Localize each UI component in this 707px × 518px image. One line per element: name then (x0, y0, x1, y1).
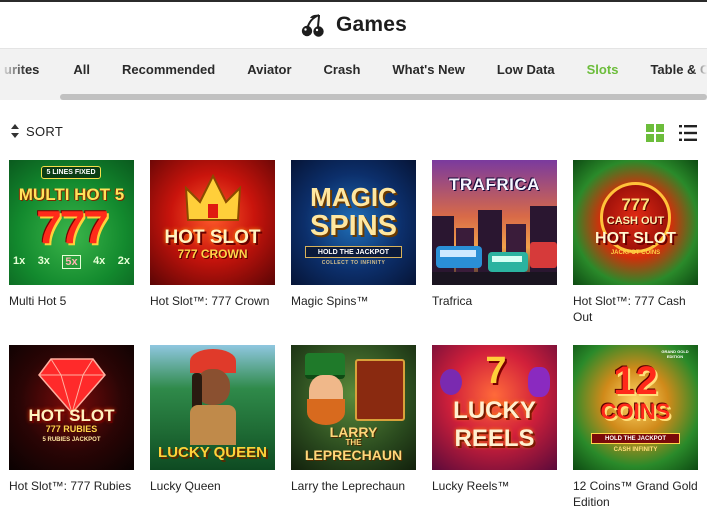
art-subtitle: 777 RUBIES (45, 424, 98, 434)
cherries-icon (301, 14, 324, 37)
art-title: LUCKY QUEEN (158, 444, 267, 461)
tab-fade-right (693, 49, 707, 91)
tab-aviator[interactable]: Aviator (231, 49, 307, 91)
art-fruit-plum (440, 369, 462, 395)
art-title: HOT SLOT (28, 406, 115, 425)
game-title[interactable]: Hot Slot™: 777 Cash Out (573, 293, 703, 325)
art-cash-infinity: CASH INFINITY (613, 447, 658, 453)
art-beard (307, 399, 345, 425)
sort-button[interactable]: SORT (10, 123, 63, 139)
art-subtitle: 777 CROWN (177, 247, 248, 261)
page-header: Games (0, 2, 707, 48)
grid-view-icon[interactable] (646, 124, 664, 142)
art-title-line-2: COINS (600, 399, 671, 424)
game-title[interactable]: Lucky Reels™ (432, 478, 562, 494)
game-thumbnail[interactable]: HOT SLOT 777 CROWN (150, 160, 275, 285)
game-tile-trafrica[interactable]: TRAFRICA Trafrica (432, 160, 557, 309)
art-city-scene (432, 206, 557, 285)
category-tabs: urites All Recommended Aviator Crash Wha… (0, 49, 707, 91)
game-tile-hot-slot-777-rubies[interactable]: HOT SLOT 777 RUBIES 5 RUBIES JACKPOT Hot… (9, 345, 134, 494)
art-title: HOT SLOT (595, 230, 676, 247)
tab-recommended[interactable]: Recommended (106, 49, 231, 91)
game-title[interactable]: Lucky Queen (150, 478, 280, 494)
game-thumbnail[interactable]: 5 LINES FIXED MULTI HOT 5 777 1x 3x 5x 4… (9, 160, 134, 285)
game-title[interactable]: Trafrica (432, 293, 562, 309)
game-tile-lucky-reels[interactable]: 7 LUCKY REELS Lucky Reels™ (432, 345, 557, 494)
multiplier-4x: 4x (93, 255, 106, 267)
art-edition-badge: GRAND GOLD EDITION (661, 349, 689, 359)
tab-fade-left (0, 49, 26, 91)
art-title: HOT SLOT (164, 227, 261, 248)
art-subtitle: LEPRECHAUN (304, 447, 403, 463)
sort-arrows-icon (11, 124, 19, 138)
game-thumbnail[interactable]: MAGIC SPINS HOLD THE JACKPOT COLLECT TO … (291, 160, 416, 285)
art-jackpot-banner: HOLD THE JACKPOT (591, 433, 680, 444)
art-collect-text: COLLECT TO INFINITY (321, 260, 386, 266)
art-jackpot-text: 5 RUBIES JACKPOT (42, 437, 101, 443)
game-title[interactable]: Hot Slot™: 777 Rubies (9, 478, 139, 494)
category-tab-bar: urites All Recommended Aviator Crash Wha… (0, 48, 707, 100)
art-book (355, 359, 405, 421)
art-subtitle: JACKPOT COINS (610, 250, 661, 256)
art-sevens: 777 (621, 195, 650, 214)
tab-crash[interactable]: Crash (308, 49, 377, 91)
list-toolbar: SORT (0, 118, 707, 148)
game-tile-multi-hot-5[interactable]: 5 LINES FIXED MULTI HOT 5 777 1x 3x 5x 4… (9, 160, 134, 309)
game-thumbnail[interactable]: TRAFRICA (432, 160, 557, 285)
art-title: MAGIC (310, 182, 397, 212)
art-title: LARRY (329, 424, 378, 440)
sort-label: SORT (26, 123, 64, 139)
game-title[interactable]: Magic Spins™ (291, 293, 421, 309)
game-title[interactable]: Multi Hot 5 (9, 293, 139, 309)
multiplier-1x: 1x (13, 255, 26, 267)
game-tile-lucky-queen[interactable]: LUCKY QUEEN Lucky Queen (150, 345, 275, 494)
game-title[interactable]: Larry the Leprechaun (291, 478, 421, 494)
art-queen-body (190, 405, 236, 445)
art-title: TRAFRICA (449, 175, 540, 194)
game-tile-hot-slot-777-crown[interactable]: HOT SLOT 777 CROWN Hot Slot™: 777 Crown (150, 160, 275, 309)
art-title-line-2: THE (345, 438, 362, 447)
art-title: LUCKY (453, 397, 536, 424)
tab-low-data[interactable]: Low Data (481, 49, 571, 91)
art-title: 12 (613, 359, 658, 403)
game-thumbnail[interactable]: 777 CASH OUT HOT SLOT JACKPOT COINS (573, 160, 698, 285)
game-title[interactable]: 12 Coins™ Grand Gold Edition (573, 478, 703, 510)
multiplier-2x: 2x (117, 255, 130, 267)
game-thumbnail[interactable]: GRAND GOLD EDITION 12 COINS HOLD THE JAC… (573, 345, 698, 470)
game-thumbnail[interactable]: LARRY THE LEPRECHAUN (291, 345, 416, 470)
page-title: Games (335, 13, 408, 36)
game-tile-hot-slot-777-cash-out[interactable]: 777 CASH OUT HOT SLOT JACKPOT COINS Hot … (573, 160, 698, 325)
game-tile-larry-the-leprechaun[interactable]: LARRY THE LEPRECHAUN Larry the Leprechau… (291, 345, 416, 494)
list-view-icon[interactable] (679, 124, 697, 142)
multiplier-3x: 3x (37, 255, 50, 267)
game-thumbnail[interactable]: HOT SLOT 777 RUBIES 5 RUBIES JACKPOT (9, 345, 134, 470)
art-sevens: 777 (36, 201, 109, 253)
art-fruit-seven: 7 (485, 350, 507, 392)
game-tile-12-coins-grand-gold-edition[interactable]: GRAND GOLD EDITION 12 COINS HOLD THE JAC… (573, 345, 698, 510)
art-title-line-2: REELS (454, 425, 535, 452)
tab-scrollbar-thumb[interactable] (60, 94, 707, 100)
art-multipliers: 1x 3x 5x 4x 2x (13, 255, 130, 269)
game-thumbnail[interactable]: LUCKY QUEEN (150, 345, 275, 470)
tab-whats-new[interactable]: What's New (376, 49, 480, 91)
art-fruit-grapes (528, 367, 550, 397)
art-lines-badge: 5 LINES FIXED (41, 166, 101, 179)
art-cash-out: CASH OUT (606, 215, 665, 227)
game-tile-magic-spins[interactable]: MAGIC SPINS HOLD THE JACKPOT COLLECT TO … (291, 160, 416, 309)
crown-icon (184, 173, 242, 221)
art-title-line-2: SPINS (309, 210, 398, 242)
tab-slots[interactable]: Slots (571, 49, 635, 91)
game-thumbnail[interactable]: 7 LUCKY REELS (432, 345, 557, 470)
tab-all[interactable]: All (57, 49, 106, 91)
game-title[interactable]: Hot Slot™: 777 Crown (150, 293, 280, 309)
art-jackpot-banner: HOLD THE JACKPOT (305, 246, 402, 258)
multiplier-5x: 5x (62, 255, 81, 269)
